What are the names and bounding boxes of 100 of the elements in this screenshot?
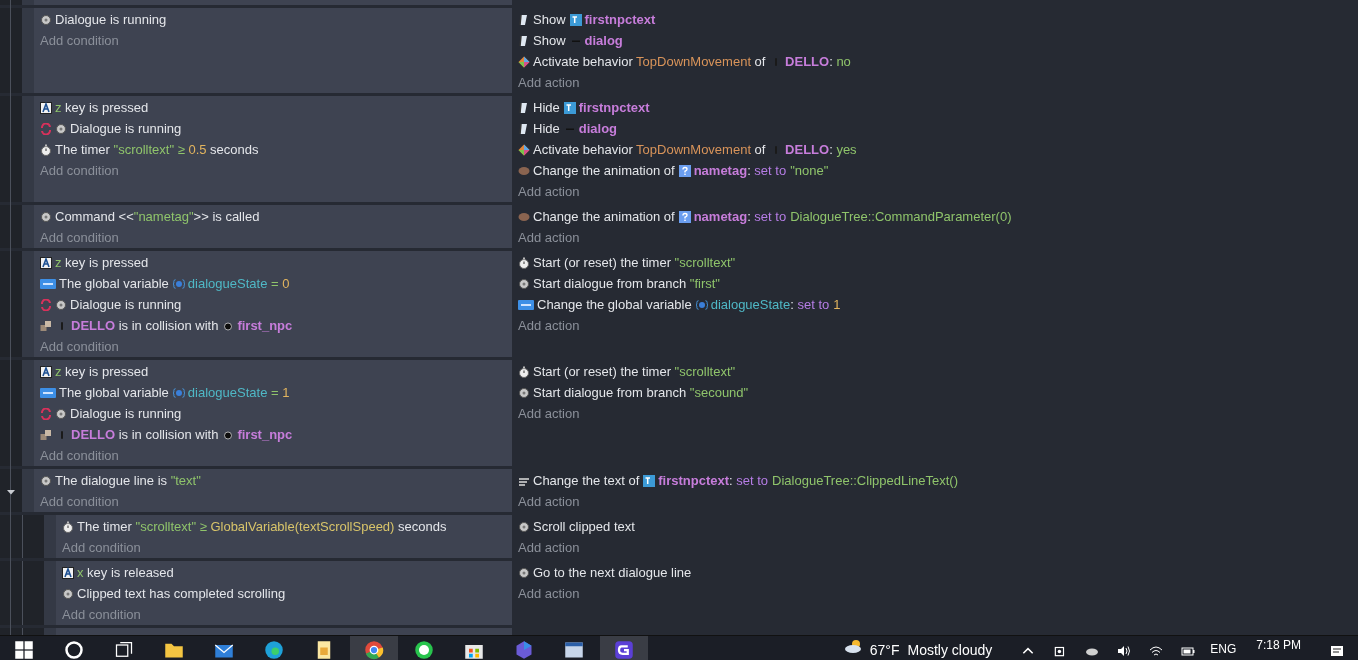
dot-icon: [222, 428, 235, 441]
event-handle[interactable]: [22, 205, 34, 248]
condition-text: The dialogue line is "text": [55, 473, 201, 488]
text-object-icon: [569, 13, 582, 26]
add-action-link[interactable]: Add action: [518, 75, 580, 90]
taskbar-app-button[interactable]: [350, 636, 398, 660]
action-text: Go to the next dialogue line: [533, 565, 692, 580]
object-name: DELLO: [71, 318, 116, 333]
keyboard-key-icon: [62, 566, 74, 579]
action-text: Hide: [533, 100, 560, 115]
app-window-icon: [564, 640, 584, 660]
language-indicator[interactable]: ENG: [1210, 642, 1237, 656]
question-icon: [678, 164, 691, 177]
action-text: Show: [533, 12, 566, 27]
keyboard-key-icon: [40, 101, 52, 114]
event-handle[interactable]: [22, 0, 34, 5]
object-name: dialog: [578, 121, 618, 136]
clock-time[interactable]: 7:18 PM: [1256, 638, 1301, 652]
object-name: DELLO: [71, 427, 116, 442]
condition-text: The global variable: [59, 385, 169, 400]
add-condition-link[interactable]: Add condition: [40, 33, 119, 48]
add-action-link[interactable]: Add action: [518, 318, 580, 333]
taskbar-app-button[interactable]: [600, 636, 648, 660]
add-action-link[interactable]: Add action: [518, 230, 580, 245]
action-text: Show: [533, 33, 566, 48]
weather-temperature[interactable]: 67°F: [869, 642, 900, 658]
variable-icon: [40, 386, 56, 399]
chat-bubble-icon: [414, 640, 434, 660]
action-text: Change the animation of: [533, 163, 675, 178]
battery-icon[interactable]: [1181, 644, 1196, 658]
speaker-icon[interactable]: [1117, 644, 1132, 658]
action-text: : yes: [829, 142, 857, 157]
keyboard-key-icon: [40, 256, 52, 269]
add-action-link[interactable]: Add action: [518, 406, 580, 421]
globe-braces-icon: [172, 386, 185, 399]
add-condition-link[interactable]: Add condition: [40, 230, 119, 245]
object-name: first_npc: [237, 427, 293, 442]
text-object-icon: [643, 474, 656, 487]
add-action-link[interactable]: Add action: [518, 184, 580, 199]
add-action-link[interactable]: Add action: [518, 494, 580, 509]
wifi-icon[interactable]: [1149, 644, 1164, 658]
add-condition-link[interactable]: Add condition: [40, 339, 119, 354]
question-icon: [678, 210, 691, 223]
stopwatch-icon: [40, 143, 52, 156]
action-text: Change the global variable: [537, 297, 692, 312]
event-handle[interactable]: [22, 251, 34, 357]
gdevelop-logo-icon: [614, 640, 634, 660]
action-text: Hide: [533, 121, 560, 136]
condition-text: Dialogue is running: [70, 121, 182, 136]
weather-condition[interactable]: Mostly cloudy: [907, 642, 993, 658]
action-text: : no: [829, 54, 851, 69]
caret-icon[interactable]: [6, 487, 16, 497]
add-action-link[interactable]: Add action: [518, 586, 580, 601]
stopwatch-icon: [62, 520, 74, 533]
add-condition-link[interactable]: Add condition: [62, 540, 141, 555]
condition-text: Dialogue is running: [55, 12, 167, 27]
action-text: : set to "none": [747, 163, 829, 178]
event-handle[interactable]: [22, 360, 34, 466]
notification-icon[interactable]: [1330, 644, 1344, 658]
condition-text: z key is pressed: [55, 100, 149, 115]
add-condition-link[interactable]: Add condition: [40, 163, 119, 178]
condition-text: Clipped text has completed scrolling: [77, 586, 286, 601]
add-condition-link[interactable]: Add condition: [40, 494, 119, 509]
condition-text: Command <<"nametag">> is called: [55, 209, 260, 224]
event-handle[interactable]: [44, 561, 56, 625]
globe-braces-icon: [172, 277, 185, 290]
overlapping-squares-icon: [40, 319, 52, 332]
object-name: first_npc: [237, 318, 293, 333]
object-name: firstnpctext: [578, 100, 650, 115]
stopwatch-icon: [518, 365, 530, 378]
event-handle[interactable]: [22, 96, 34, 202]
text-object-icon: [563, 101, 576, 114]
action-text: Start (or reset) the timer "scrolltext": [533, 255, 736, 270]
event-handle[interactable]: [22, 8, 34, 93]
add-condition-link[interactable]: Add condition: [62, 607, 141, 622]
add-condition-link[interactable]: Add condition: [40, 448, 119, 463]
condition-text: Dialogue is running: [70, 297, 182, 312]
condition-text: = 0: [270, 276, 290, 291]
windows-logo-icon: [14, 640, 34, 660]
action-text: : set to DialogueTree::ClippedLineText(): [729, 473, 959, 488]
condition-text: Dialogue is running: [70, 406, 182, 421]
condition-text: z key is pressed: [55, 364, 149, 379]
event-handle[interactable]: [22, 469, 34, 512]
keyboard-key-icon: [40, 365, 52, 378]
add-action-link[interactable]: Add action: [518, 540, 580, 555]
hexagon-icon: [514, 640, 534, 660]
variable-icon: [40, 277, 56, 290]
condition-text: is in collision with: [117, 318, 219, 333]
event-handle[interactable]: [44, 515, 56, 558]
variable-icon: [518, 298, 534, 311]
diamond-icon: [518, 55, 530, 68]
action-text: Activate behavior TopDownMovement of: [533, 54, 767, 69]
action-text: Scroll clipped text: [533, 519, 635, 534]
diamond-icon: [518, 143, 530, 156]
condition-text: The timer "scrolltext" ≥ 0.5 seconds: [55, 142, 259, 157]
condition-text: x key is released: [77, 565, 174, 580]
overlapping-squares-icon: [40, 428, 52, 441]
action-text: Start (or reset) the timer "scrolltext": [533, 364, 736, 379]
globe-braces-icon: [695, 298, 708, 311]
browser-swirl-icon: [264, 640, 284, 660]
